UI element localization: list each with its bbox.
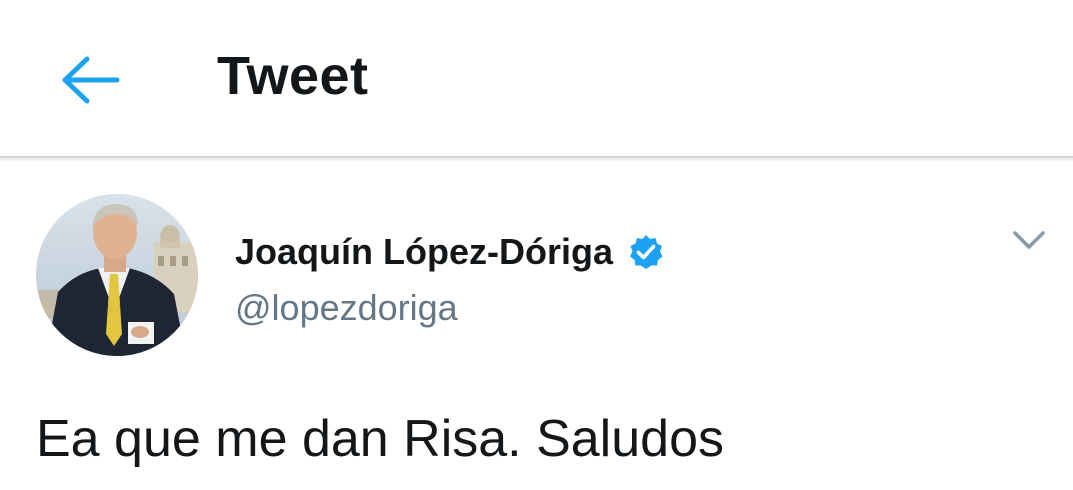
tweet-text: Ea que me dan Risa. Saludos [36, 410, 724, 468]
chevron-down-icon [1013, 231, 1045, 249]
top-app-bar: Tweet [0, 0, 1073, 156]
page-title: Tweet [217, 46, 369, 106]
arrow-left-icon [62, 56, 120, 104]
verified-badge-icon [627, 233, 665, 271]
header-divider [0, 156, 1073, 162]
avatar[interactable] [36, 194, 198, 356]
back-button[interactable] [52, 46, 128, 114]
tweet-menu-button[interactable] [1004, 220, 1054, 260]
author-handle[interactable]: @lopezdoriga [235, 286, 458, 330]
tweet-detail-screen: Tweet Joaquín López-Dóriga @lopezdoriga … [0, 0, 1073, 490]
author-name-row[interactable]: Joaquín López-Dóriga [235, 230, 665, 274]
author-name: Joaquín López-Dóriga [235, 231, 613, 272]
profile-photo [36, 194, 198, 356]
